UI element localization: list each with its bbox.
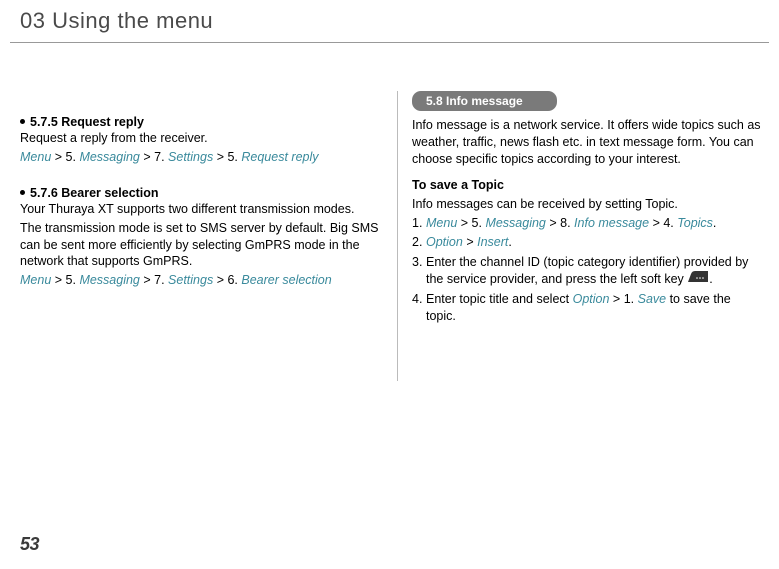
page-number: 53 [20,534,39,555]
page-content: 5.7.5 Request reply Request a reply from… [0,43,779,91]
step-tail: . [709,272,712,286]
breadcrumb-path: Menu > 5. Messaging > 7. Settings > 5. R… [20,149,385,166]
path-sep: > 6. [213,273,241,287]
bullet-icon [20,119,25,124]
path-menu: Menu [426,216,457,230]
step-number: 4. [412,291,422,308]
body-text: Your Thuraya XT supports two different t… [20,201,385,218]
section-5-7-6: 5.7.6 Bearer selection Your Thuraya XT s… [20,186,385,289]
path-option: Option [573,292,610,306]
path-sep: > 7. [140,150,168,164]
path-sep: > 8. [546,216,574,230]
path-messaging: Messaging [79,150,139,164]
subheading-request-reply: 5.7.5 Request reply [20,115,385,129]
chapter-title: 03 Using the menu [0,0,779,40]
path-menu: Menu [20,150,51,164]
path-sep: > 7. [140,273,168,287]
step-4: 4. Enter topic title and select Option >… [412,291,764,325]
column-separator [397,91,398,381]
path-sep: > 5. [51,150,79,164]
body-text: The transmission mode is set to SMS serv… [20,220,385,271]
path-sep: > 5. [213,150,241,164]
bullet-icon [20,190,25,195]
right-column: 5.8 Info message Info message is a netwo… [412,91,764,328]
step-number: 3. [412,254,422,271]
subheading-bearer-selection: 5.7.6 Bearer selection [20,186,385,200]
path-settings: Settings [168,273,213,287]
step-2: 2. Option > Insert. [412,234,764,251]
path-insert: Insert [477,235,508,249]
section-5-7-5: 5.7.5 Request reply Request a reply from… [20,115,385,166]
step-number: 1. [412,215,422,232]
step-tail: . [713,216,716,230]
step-1: 1. Menu > 5. Messaging > 8. Info message… [412,215,764,232]
left-column: 5.7.5 Request reply Request a reply from… [20,115,385,309]
path-sep: > 5. [457,216,485,230]
step-text: Enter topic title and select [426,292,573,306]
step-number: 2. [412,234,422,251]
path-sep: > 1. [609,292,637,306]
topic-heading-save: To save a Topic [412,178,764,192]
left-soft-key-icon [688,270,708,287]
path-sep: > [463,235,477,249]
path-messaging: Messaging [79,273,139,287]
path-request-reply: Request reply [241,150,318,164]
path-save: Save [638,292,667,306]
path-topics: Topics [677,216,713,230]
section-pill-label: 5.8 Info message [412,91,557,111]
subheading-text: 5.7.6 Bearer selection [30,186,159,200]
breadcrumb-path: Menu > 5. Messaging > 7. Settings > 6. B… [20,272,385,289]
path-bearer-selection: Bearer selection [241,273,331,287]
path-settings: Settings [168,150,213,164]
step-3: 3. Enter the channel ID (topic category … [412,254,764,288]
path-option: Option [426,235,463,249]
path-sep: > 4. [649,216,677,230]
save-intro-text: Info messages can be received by setting… [412,196,764,213]
body-text: Request a reply from the receiver. [20,130,385,147]
steps-list: 1. Menu > 5. Messaging > 8. Info message… [412,215,764,326]
path-sep: > 5. [51,273,79,287]
section-pill-5-8: 5.8 Info message [412,91,764,117]
path-menu: Menu [20,273,51,287]
step-tail: . [508,235,511,249]
subheading-text: 5.7.5 Request reply [30,115,144,129]
path-info-message: Info message [574,216,649,230]
path-messaging: Messaging [485,216,545,230]
intro-text: Info message is a network service. It of… [412,117,764,168]
